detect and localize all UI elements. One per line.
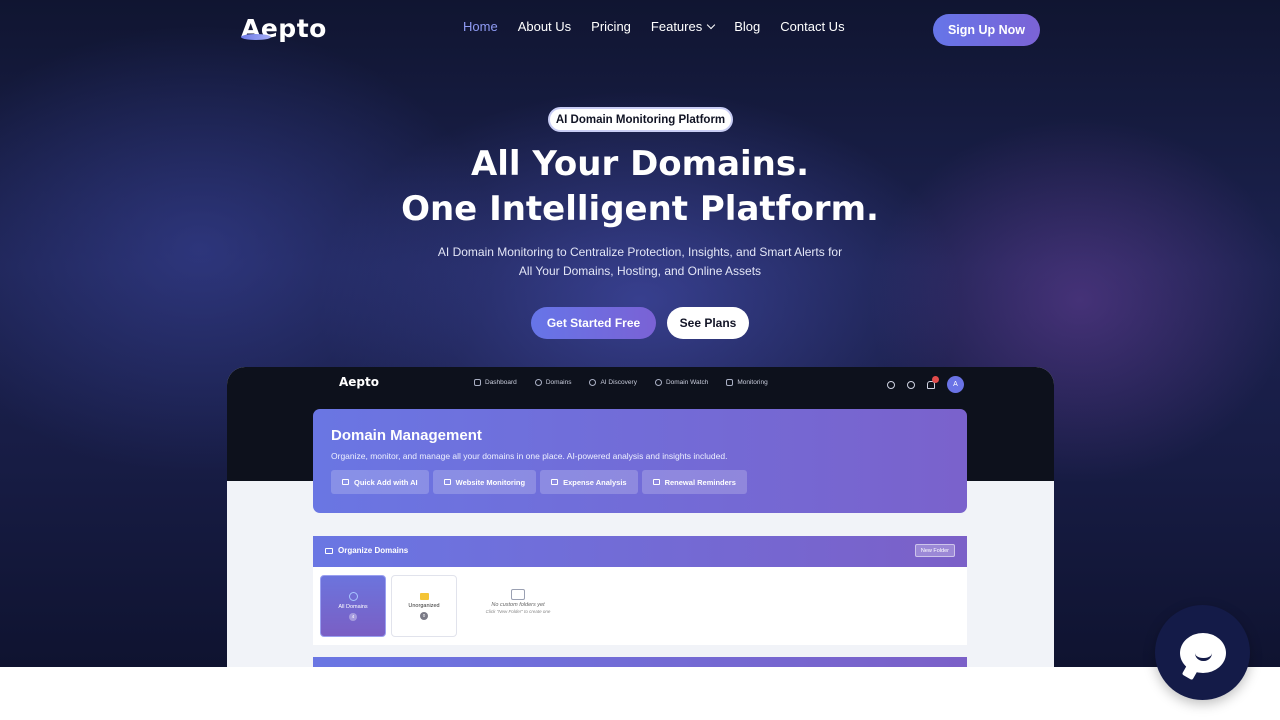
- empty-folders-state: No custom folders yet Click "New Folder"…: [475, 589, 561, 614]
- chat-bubble-icon: [1179, 632, 1226, 673]
- nav-link-home[interactable]: Home: [463, 19, 498, 34]
- chart-icon: [551, 479, 559, 485]
- dashboard-icon: [474, 379, 481, 386]
- smile-icon: [1194, 653, 1212, 661]
- folder-plus-icon: [511, 589, 525, 600]
- preview-nav-monitoring[interactable]: Monitoring: [726, 379, 768, 386]
- search-icon[interactable]: [887, 380, 895, 389]
- headline-line-2: One Intelligent Platform.: [401, 189, 879, 229]
- expense-analysis-button[interactable]: Expense Analysis: [540, 470, 638, 494]
- nav-link-pricing[interactable]: Pricing: [591, 19, 631, 34]
- bell-icon: [652, 479, 660, 485]
- nav-link-blog[interactable]: Blog: [734, 19, 760, 34]
- quick-add-button[interactable]: Quick Add with AI: [331, 470, 429, 494]
- tile-count: 0: [420, 611, 428, 620]
- subtitle-line-1: AI Domain Monitoring to Centralize Prote…: [437, 245, 843, 259]
- organize-domains-header: Organize Domains New Folder: [313, 536, 967, 567]
- renewal-reminders-button[interactable]: Renewal Reminders: [641, 470, 747, 494]
- preview-nav-dashboard[interactable]: Dashboard: [474, 379, 517, 386]
- card-description: Organize, monitor, and manage all your d…: [331, 451, 728, 461]
- notification-badge: [932, 375, 939, 383]
- search-icon: [589, 379, 597, 386]
- preview-nav-label: AI Discovery: [600, 379, 637, 386]
- new-folder-button[interactable]: New Folder: [914, 544, 955, 557]
- robot-icon: [342, 479, 349, 485]
- subtitle-line-2: All Your Domains, Hosting, and Online As…: [518, 264, 762, 278]
- nav-link-features-label: Features: [650, 19, 703, 34]
- cloud-icon: [443, 479, 451, 485]
- empty-title: No custom folders yet: [491, 602, 545, 608]
- see-plans-button[interactable]: See Plans: [667, 307, 749, 339]
- tile-label: Unorganized: [408, 602, 440, 609]
- organize-domains-body: All Domains 4 Unorganized 0 No custom fo…: [313, 567, 967, 645]
- organize-title: Organize Domains: [325, 546, 408, 555]
- button-label: Renewal Reminders: [664, 477, 736, 487]
- preview-nav-ai-discovery[interactable]: AI Discovery: [589, 379, 637, 386]
- preview-nav-label: Dashboard: [485, 379, 517, 386]
- logo-swoosh-icon: [241, 34, 271, 40]
- preview-nav-label: Domain Watch: [665, 379, 709, 386]
- card-title: Domain Management: [331, 427, 482, 444]
- folder-tile-all-domains[interactable]: All Domains 4: [320, 575, 386, 637]
- nav-link-about[interactable]: About Us: [518, 19, 571, 34]
- app-preview: Aepto Dashboard Domains AI Discovery Dom…: [227, 367, 1054, 667]
- button-label: Quick Add with AI: [354, 477, 418, 487]
- preview-toolbar: A: [887, 375, 964, 393]
- hero-headline: All Your Domains. One Intelligent Platfo…: [0, 142, 1280, 232]
- chat-widget-button[interactable]: [1155, 605, 1250, 700]
- bell-icon[interactable]: [927, 375, 939, 389]
- folder-tile-unorganized[interactable]: Unorganized 0: [391, 575, 457, 637]
- domain-management-card: Domain Management Organize, monitor, and…: [313, 409, 967, 513]
- hero-section: Aepto Home About Us Pricing Features Blo…: [0, 0, 1280, 667]
- tile-label: All Domains: [338, 603, 368, 610]
- globe-icon: [534, 379, 542, 386]
- website-monitoring-button[interactable]: Website Monitoring: [432, 470, 537, 494]
- nav-link-features[interactable]: Features: [650, 19, 716, 34]
- button-label: Expense Analysis: [563, 477, 627, 487]
- hero-subtitle: AI Domain Monitoring to Centralize Prote…: [0, 243, 1280, 281]
- preview-nav-domain-watch[interactable]: Domain Watch: [654, 379, 709, 386]
- chevron-down-icon: [706, 20, 716, 29]
- button-label: Website Monitoring: [455, 477, 526, 487]
- folder-icon: [419, 592, 429, 600]
- next-section-header: [313, 657, 967, 667]
- preview-nav: Dashboard Domains AI Discovery Domain Wa…: [474, 379, 768, 386]
- sign-up-button[interactable]: Sign Up Now: [933, 14, 1040, 46]
- monitor-icon: [726, 379, 734, 386]
- avatar[interactable]: A: [947, 376, 964, 393]
- headline-line-1: All Your Domains.: [470, 144, 810, 184]
- globe-icon: [348, 591, 358, 601]
- top-navbar: Aepto Home About Us Pricing Features Blo…: [0, 0, 1280, 60]
- sun-icon[interactable]: [907, 380, 915, 389]
- nav-link-contact[interactable]: Contact Us: [780, 19, 844, 34]
- empty-hint: Click "New Folder" to create one: [485, 609, 551, 614]
- get-started-button[interactable]: Get Started Free: [531, 307, 656, 339]
- preview-nav-label: Domains: [545, 379, 572, 386]
- eye-icon: [654, 379, 662, 386]
- tile-count: 4: [349, 612, 357, 621]
- card-actions: Quick Add with AI Website Monitoring Exp…: [331, 470, 747, 494]
- preview-nav-label: Monitoring: [737, 379, 768, 386]
- nav-links: Home About Us Pricing Features Blog Cont…: [463, 19, 845, 34]
- hero-badge: AI Domain Monitoring Platform: [548, 107, 733, 132]
- folder-icon: [325, 547, 333, 554]
- preview-logo: Aepto: [339, 375, 379, 389]
- preview-nav-domains[interactable]: Domains: [534, 379, 572, 386]
- organize-title-label: Organize Domains: [338, 546, 409, 555]
